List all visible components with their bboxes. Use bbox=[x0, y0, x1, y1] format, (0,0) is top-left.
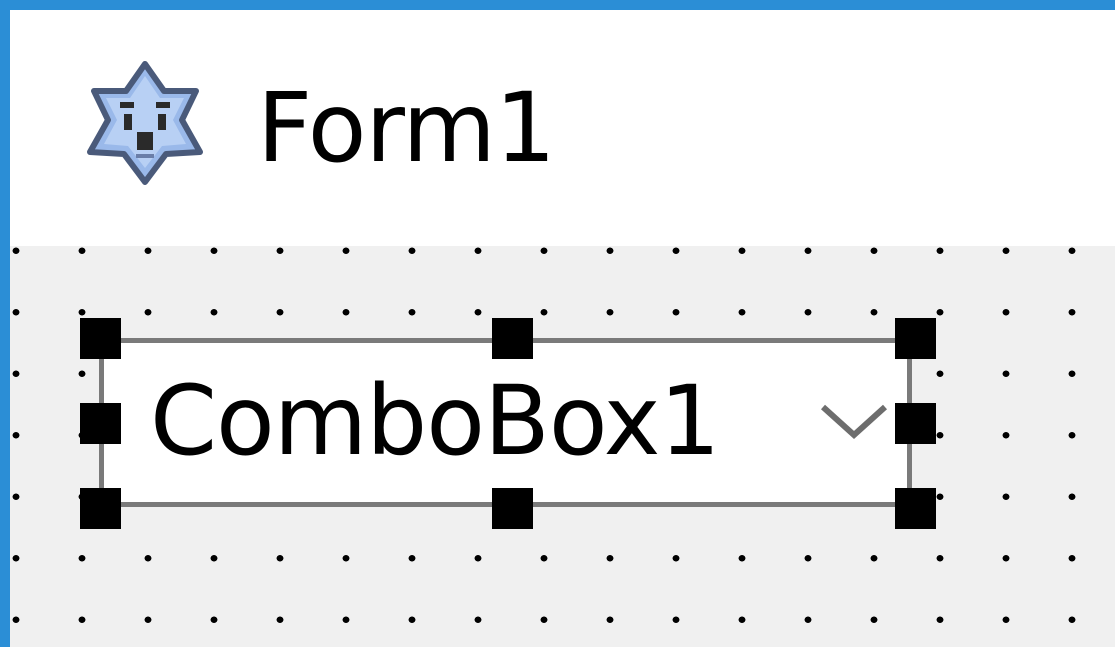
title-bar[interactable]: Form1 bbox=[10, 10, 1115, 246]
resize-handle-bottom-center[interactable] bbox=[492, 488, 533, 529]
form-gear-icon bbox=[87, 61, 203, 185]
resize-handle-middle-left[interactable] bbox=[80, 403, 121, 444]
chevron-down-icon[interactable] bbox=[819, 399, 889, 443]
combobox-text: ComboBox1 bbox=[150, 365, 720, 477]
resize-handle-top-left[interactable] bbox=[80, 318, 121, 359]
combobox-selection[interactable]: ComboBox1 bbox=[80, 310, 936, 529]
window-title: Form1 bbox=[257, 72, 556, 184]
resize-handle-middle-right[interactable] bbox=[895, 403, 936, 444]
form-window: Form1 ComboBox1 bbox=[0, 0, 1115, 647]
resize-handle-bottom-left[interactable] bbox=[80, 488, 121, 529]
resize-handle-top-center[interactable] bbox=[492, 318, 533, 359]
resize-handle-top-right[interactable] bbox=[895, 318, 936, 359]
combobox[interactable]: ComboBox1 bbox=[99, 338, 912, 507]
resize-handle-bottom-right[interactable] bbox=[895, 488, 936, 529]
form-design-surface[interactable]: ComboBox1 bbox=[10, 246, 1115, 647]
